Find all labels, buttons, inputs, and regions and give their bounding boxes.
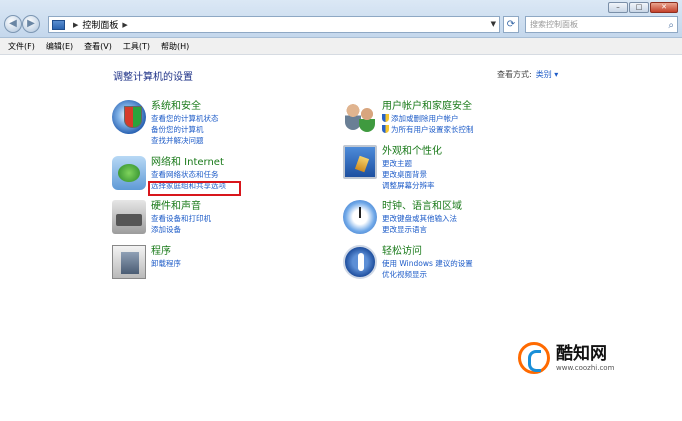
printer-icon[interactable] (112, 200, 146, 234)
address-dropdown-icon[interactable]: ▼ (491, 20, 496, 28)
view-by-label: 查看方式: (497, 70, 532, 79)
category-programs: 程序 卸载程序 (112, 245, 181, 279)
link-devices-printers[interactable]: 查看设备和打印机 (151, 213, 211, 224)
link-uninstall-program[interactable]: 卸载程序 (151, 258, 181, 269)
breadcrumb-arrow-icon[interactable]: ▶ (73, 21, 78, 29)
highlight-box (148, 181, 241, 196)
link-change-keyboard[interactable]: 更改键盘或其他输入法 (382, 213, 462, 224)
back-button[interactable]: ◀ (4, 15, 22, 33)
shield-globe-icon[interactable] (112, 100, 146, 134)
category-title-clock[interactable]: 时钟、语言和区域 (382, 200, 462, 213)
category-user-accounts: 用户帐户和家庭安全 添加或删除用户帐户 为所有用户设置家长控制 (343, 100, 474, 135)
menu-edit[interactable]: 编辑(E) (46, 41, 73, 52)
link-network-status[interactable]: 查看网络状态和任务 (151, 169, 226, 180)
view-by: 查看方式: 类别 ▾ (497, 69, 558, 80)
search-placeholder: 搜索控制面板 (530, 20, 578, 29)
category-title-system[interactable]: 系统和安全 (151, 100, 219, 113)
menu-bar: 文件(F) 编辑(E) 查看(V) 工具(T) 帮助(H) (0, 38, 682, 55)
minimize-button[interactable]: – (608, 2, 628, 13)
address-bar[interactable]: ▶ 控制面板 ▶ ▼ (48, 16, 500, 33)
watermark: 酷知网 www.coozhi.com (518, 342, 614, 374)
watermark-logo-icon (518, 342, 550, 374)
category-title-network[interactable]: 网络和 Internet (151, 156, 226, 169)
view-by-dropdown[interactable]: 类别 ▾ (536, 70, 559, 79)
search-icon[interactable]: ⌕ (668, 18, 674, 33)
category-appearance: 外观和个性化 更改主题 更改桌面背景 调整屏幕分辨率 (343, 145, 442, 191)
close-button[interactable]: ✕ (650, 2, 678, 13)
link-display-language[interactable]: 更改显示语言 (382, 224, 462, 235)
link-desktop-background[interactable]: 更改桌面背景 (382, 169, 442, 180)
forward-button[interactable]: ▶ (22, 15, 40, 33)
programs-icon[interactable] (112, 245, 146, 279)
window-controls: – □ ✕ (608, 2, 678, 13)
category-clock-language: 时钟、语言和区域 更改键盘或其他输入法 更改显示语言 (343, 200, 462, 235)
category-title-appearance[interactable]: 外观和个性化 (382, 145, 442, 158)
watermark-title: 酷知网 (556, 343, 607, 364)
category-ease-of-access: 轻松访问 使用 Windows 建议的设置 优化视频显示 (343, 245, 473, 280)
maximize-button[interactable]: □ (629, 2, 649, 13)
link-parental-controls[interactable]: 为所有用户设置家长控制 (382, 124, 474, 135)
search-input[interactable]: 搜索控制面板 ⌕ (525, 16, 678, 33)
menu-help[interactable]: 帮助(H) (161, 41, 189, 52)
control-panel-icon (52, 19, 65, 30)
breadcrumb-arrow-icon[interactable]: ▶ (122, 21, 127, 29)
link-screen-resolution[interactable]: 调整屏幕分辨率 (382, 180, 442, 191)
link-backup-computer[interactable]: 备份您的计算机 (151, 124, 219, 135)
link-add-device[interactable]: 添加设备 (151, 224, 211, 235)
category-system-security: 系统和安全 查看您的计算机状态 备份您的计算机 查找并解决问题 (112, 100, 219, 146)
category-title-hardware[interactable]: 硬件和声音 (151, 200, 211, 213)
breadcrumb-control-panel[interactable]: 控制面板 (82, 18, 118, 31)
category-hardware-sound: 硬件和声音 查看设备和打印机 添加设备 (112, 200, 211, 235)
users-icon[interactable] (343, 100, 377, 134)
link-change-theme[interactable]: 更改主题 (382, 158, 442, 169)
link-add-remove-users[interactable]: 添加或删除用户帐户 (382, 113, 474, 124)
link-optimize-display[interactable]: 优化视频显示 (382, 269, 473, 280)
watermark-url: www.coozhi.com (556, 363, 615, 372)
menu-view[interactable]: 查看(V) (84, 41, 112, 52)
clock-globe-icon[interactable] (343, 200, 377, 234)
category-title-programs[interactable]: 程序 (151, 245, 181, 258)
link-troubleshoot[interactable]: 查找并解决问题 (151, 135, 219, 146)
menu-tools[interactable]: 工具(T) (123, 41, 150, 52)
category-title-access[interactable]: 轻松访问 (382, 245, 473, 258)
link-windows-suggest[interactable]: 使用 Windows 建议的设置 (382, 258, 473, 269)
link-view-computer-status[interactable]: 查看您的计算机状态 (151, 113, 219, 124)
menu-file[interactable]: 文件(F) (8, 41, 35, 52)
network-globe-icon[interactable] (112, 156, 146, 190)
page-title: 调整计算机的设置 (113, 72, 193, 83)
category-title-users[interactable]: 用户帐户和家庭安全 (382, 100, 474, 113)
accessibility-icon[interactable] (343, 245, 377, 279)
appearance-icon[interactable] (343, 145, 377, 179)
refresh-button[interactable]: ⟳ (503, 16, 519, 33)
title-address-bar: – □ ✕ ◀ ▶ ▶ 控制面板 ▶ ▼ ⟳ 搜索控制面板 ⌕ (0, 0, 682, 38)
